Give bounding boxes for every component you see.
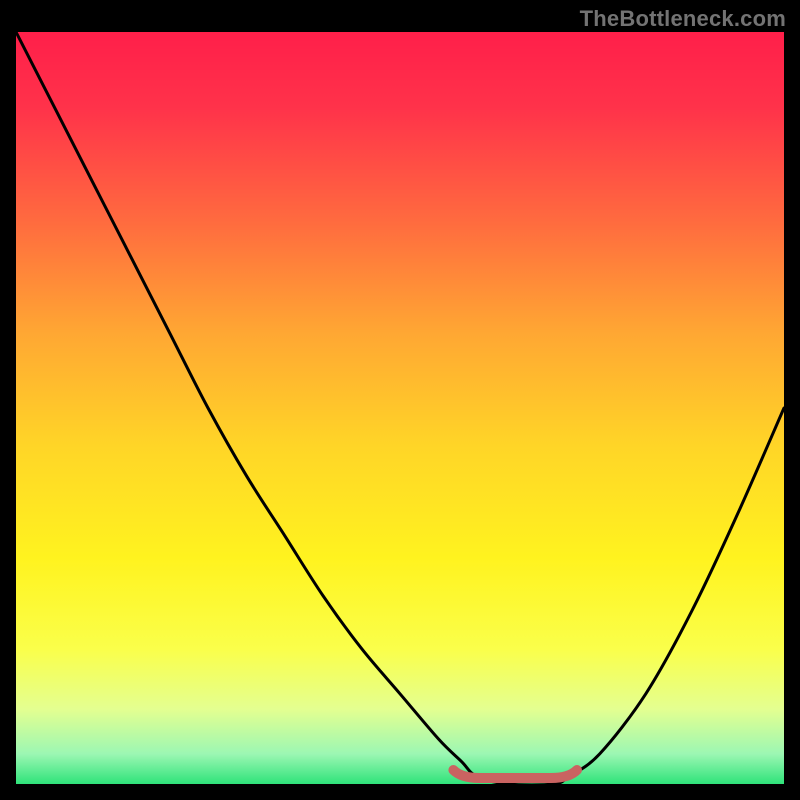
chart-stage: TheBottleneck.com [0, 0, 800, 800]
watermark-text: TheBottleneck.com [580, 6, 786, 32]
plot-area [16, 32, 784, 784]
plot-svg [16, 32, 784, 784]
gradient-rect [16, 32, 784, 784]
